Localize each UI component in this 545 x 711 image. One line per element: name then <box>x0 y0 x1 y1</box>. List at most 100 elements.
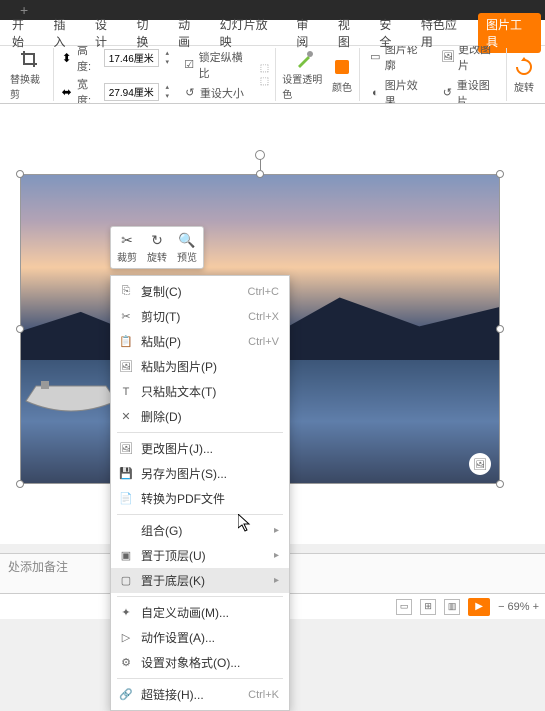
notes-placeholder: 处添加备注 <box>8 560 68 574</box>
view-normal-button[interactable]: ▭ <box>396 599 412 615</box>
crop-button[interactable]: 替换裁剪 <box>10 48 47 101</box>
mini-icon-2[interactable]: ⬚ <box>260 76 269 87</box>
float-rotate-button[interactable]: ↻ 旋转 <box>147 231 167 264</box>
front-icon: ▣ <box>119 549 133 563</box>
menu-format-obj-label: 设置对象格式(O)... <box>141 654 279 671</box>
menu-bring-front-label: 置于顶层(U) <box>141 547 266 564</box>
boat-graphic <box>21 371 121 421</box>
menu-paste-text[interactable]: T 只粘贴文本(T) <box>111 379 289 404</box>
menu-copy[interactable]: ⎘ 复制(C) Ctrl+C <box>111 279 289 304</box>
group-icon <box>119 524 133 538</box>
submenu-arrow-icon: ▸ <box>274 550 279 561</box>
tab-animation[interactable]: 动画 <box>170 13 210 53</box>
zoom-control[interactable]: − 69% + <box>498 601 539 613</box>
float-rotate-label: 旋转 <box>147 249 167 264</box>
menu-separator <box>117 432 283 433</box>
zoom-level: 69% <box>508 601 530 613</box>
menu-send-back[interactable]: ▢ 置于底层(K) ▸ <box>111 568 289 593</box>
effect-button[interactable]: ◐ 图片效果 <box>366 76 428 105</box>
width-icon: ⬌ <box>60 85 73 99</box>
menu-copy-label: 复制(C) <box>141 283 240 300</box>
resize-handle-n[interactable] <box>256 170 264 178</box>
menu-cut[interactable]: ✂ 剪切(T) Ctrl+X <box>111 304 289 329</box>
ribbon-tabs: 开始 插入 设计 切换 动画 幻灯片放映 审阅 视图 安全 特色应用 图片工具 <box>0 20 545 46</box>
outline-icon: ▭ <box>369 50 382 64</box>
rotate-icon: ↻ <box>148 231 166 249</box>
color-button[interactable]: 颜色 <box>331 56 353 94</box>
group-crop: 替换裁剪 <box>4 48 54 101</box>
width-spinner[interactable]: ▴▾ <box>163 83 172 101</box>
submenu-arrow-icon: ▸ <box>274 575 279 586</box>
view-reading-button[interactable]: ▥ <box>444 599 460 615</box>
rotate-button[interactable]: 旋转 <box>513 56 535 94</box>
slideshow-button[interactable]: ▶ <box>468 598 490 616</box>
resize-handle-w[interactable] <box>16 325 24 333</box>
menu-change-pic-label: 更改图片(J)... <box>141 440 279 457</box>
image-icon: 🖼 <box>119 360 133 374</box>
float-crop-label: 裁剪 <box>117 249 137 264</box>
action-icon: ▷ <box>119 631 133 645</box>
menu-separator <box>117 678 283 679</box>
menu-change-pic[interactable]: 🖼 更改图片(J)... <box>111 436 289 461</box>
reset-size-button[interactable]: ↺ 重设大小 <box>180 84 252 102</box>
resize-handle-se[interactable] <box>496 480 504 488</box>
menu-custom-anim[interactable]: ✦ 自定义动画(M)... <box>111 600 289 625</box>
menu-cut-key: Ctrl+X <box>248 311 279 323</box>
tab-review[interactable]: 审阅 <box>288 13 328 53</box>
image-badge-icon[interactable]: 🖼 <box>469 453 491 475</box>
transparency-label: 设置透明色 <box>282 71 327 101</box>
reset-pic-button[interactable]: ↺ 重设图片 <box>438 76 500 105</box>
tab-home[interactable]: 开始 <box>4 13 44 53</box>
resize-handle-ne[interactable] <box>496 170 504 178</box>
rotate-icon <box>513 56 535 78</box>
float-preview-button[interactable]: 🔍 预览 <box>177 231 197 264</box>
tab-view[interactable]: 视图 <box>330 13 370 53</box>
link-icon: 🔗 <box>119 688 133 702</box>
resize-handle-e[interactable] <box>496 325 504 333</box>
menu-paste-as-pic[interactable]: 🖼 粘贴为图片(P) <box>111 354 289 379</box>
magnify-icon: 🔍 <box>178 231 196 249</box>
floating-toolbar: ✂ 裁剪 ↻ 旋转 🔍 预览 <box>110 226 204 269</box>
menu-format-obj[interactable]: ⚙ 设置对象格式(O)... <box>111 650 289 675</box>
rotation-handle[interactable] <box>255 150 265 160</box>
height-input[interactable]: 17.46厘米 <box>104 49 159 67</box>
float-preview-label: 预览 <box>177 249 197 264</box>
change-pic-button[interactable]: 🖼 更改图片 <box>438 46 500 74</box>
context-menu: ⎘ 复制(C) Ctrl+C ✂ 剪切(T) Ctrl+X 📋 粘贴(P) Ct… <box>110 275 290 711</box>
menu-group[interactable]: 组合(G) ▸ <box>111 518 289 543</box>
resize-handle-nw[interactable] <box>16 170 24 178</box>
menu-save-as-pic[interactable]: 💾 另存为图片(S)... <box>111 461 289 486</box>
menu-bring-front[interactable]: ▣ 置于顶层(U) ▸ <box>111 543 289 568</box>
zoom-out-icon[interactable]: − <box>498 601 504 613</box>
transparency-button[interactable]: 设置透明色 <box>282 48 327 101</box>
float-crop-button[interactable]: ✂ 裁剪 <box>117 231 137 264</box>
width-input[interactable]: 27.94厘米 <box>104 83 159 101</box>
group-style: ▭ 图片轮廓 ◐ 图片效果 🖼 更改图片 ↺ 重设图片 <box>360 48 507 101</box>
menu-paste-as-pic-label: 粘贴为图片(P) <box>141 358 279 375</box>
height-spinner[interactable]: ▴▾ <box>163 49 172 67</box>
menu-hyperlink[interactable]: 🔗 超链接(H)... Ctrl+K <box>111 682 289 707</box>
height-label: 高度: <box>77 46 100 74</box>
menu-hyperlink-key: Ctrl+K <box>248 689 279 701</box>
submenu-arrow-icon: ▸ <box>274 525 279 536</box>
reset-pic-label: 重设图片 <box>457 77 497 105</box>
resize-handle-sw[interactable] <box>16 480 24 488</box>
crop-icon <box>18 48 40 70</box>
menu-delete-label: 删除(D) <box>141 408 279 425</box>
tab-slideshow[interactable]: 幻灯片放映 <box>212 13 287 53</box>
menu-action-set[interactable]: ▷ 动作设置(A)... <box>111 625 289 650</box>
menu-paste-label: 粘贴(P) <box>141 333 240 350</box>
mini-icon-1[interactable]: ⬚ <box>260 63 269 74</box>
pdf-icon: 📄 <box>119 492 133 506</box>
lock-ratio-checkbox[interactable]: ☑ 锁定纵横比 <box>180 48 252 82</box>
menu-delete[interactable]: ✕ 删除(D) <box>111 404 289 429</box>
menu-paste[interactable]: 📋 粘贴(P) Ctrl+V <box>111 329 289 354</box>
group-rotate: 旋转 <box>507 48 541 101</box>
checkbox-icon: ☑ <box>183 58 196 72</box>
text-icon: T <box>119 385 133 399</box>
view-sorter-button[interactable]: ⊞ <box>420 599 436 615</box>
back-icon: ▢ <box>119 574 133 588</box>
outline-button[interactable]: ▭ 图片轮廓 <box>366 46 428 74</box>
menu-to-pdf[interactable]: 📄 转换为PDF文件 <box>111 486 289 511</box>
zoom-in-icon[interactable]: + <box>533 601 539 613</box>
